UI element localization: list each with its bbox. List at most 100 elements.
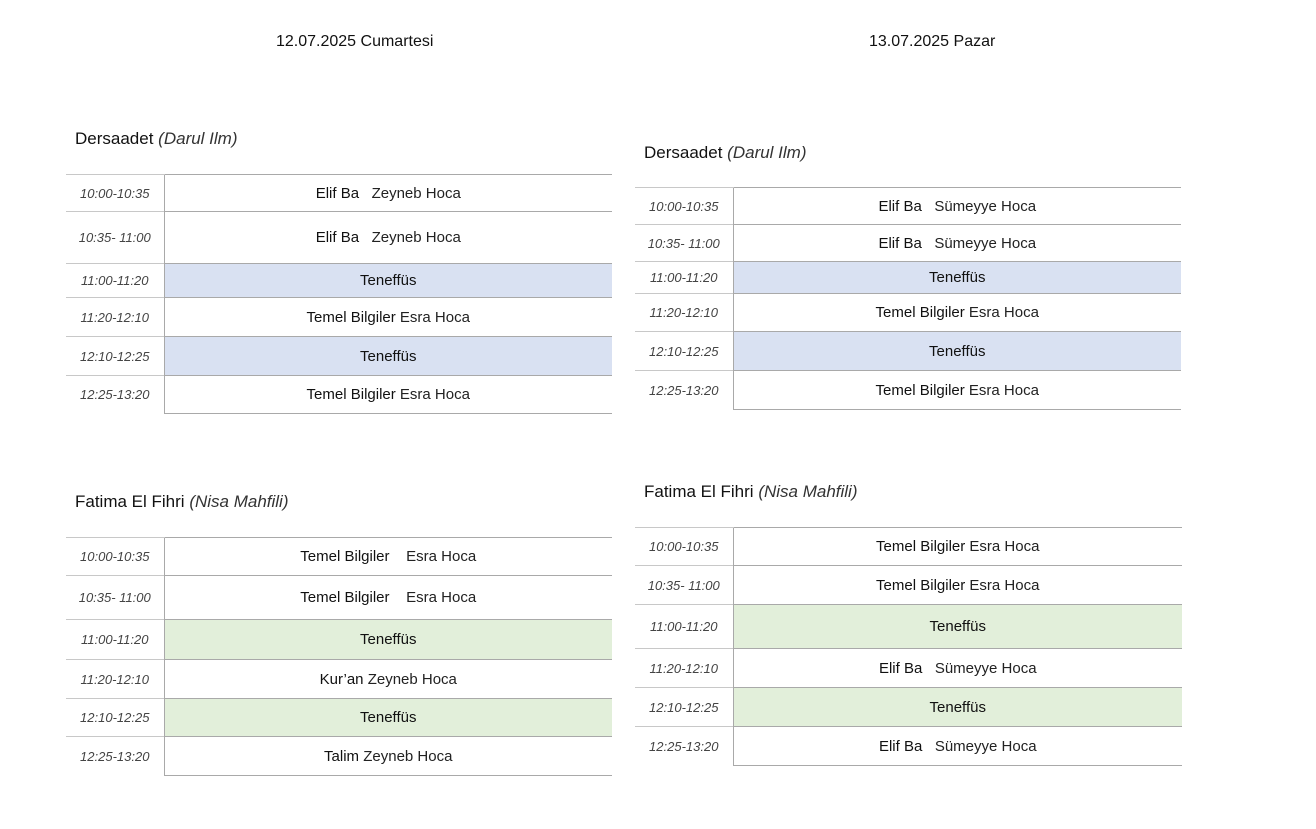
table-row: 11:20-12:10 Kur’an Zeyneb Hoca [66,659,612,699]
table-row: 11:20-12:10 Temel Bilgiler Esra Hoca [66,297,612,337]
time-slot: 11:00-11:20 [635,261,733,294]
time-slot: 10:35- 11:00 [635,565,733,605]
table-row: 10:35- 11:00 Elif Ba Zeyneb Hoca [66,211,612,264]
section-subtitle: (Nisa Mahfili) [189,492,289,511]
section-name: Fatima El Fihri [644,482,754,501]
time-slot: 10:35- 11:00 [66,575,164,620]
teacher-name: Esra Hoca [969,538,1040,555]
break-label: Teneffüs [929,698,986,716]
section-name: Fatima El Fihri [75,492,185,511]
time-slot: 11:00-11:20 [66,263,164,298]
section-name: Dersaadet [75,129,154,148]
lesson-cell: Elif Ba Sümeyye Hoca [732,648,1182,688]
table-row: 12:10-12:25 Teneffüs [66,698,612,737]
lesson-cell: Temel Bilgiler Esra Hoca [163,537,612,576]
table-row: 12:10-12:25 Teneffüs [66,336,612,376]
lesson-name: Temel Bilgiler [876,576,966,594]
section-name: Dersaadet [644,143,723,162]
break-label: Teneffüs [929,618,986,635]
lesson-cell: Temel Bilgiler Esra Hoca [732,565,1182,605]
lesson-cell: Temel Bilgiler Esra Hoca [732,293,1181,332]
lesson-cell: Temel Bilgiler Esra Hoca [163,297,612,337]
teacher-name: Esra Hoca [406,548,477,565]
teacher-name: Esra Hoca [969,576,1040,594]
table-row: 10:00-10:35 Elif Ba Zeyneb Hoca [66,174,612,212]
table-row: 11:00-11:20 Teneffüs [635,261,1181,294]
teacher-name: Sümeyye Hoca [934,197,1037,215]
lesson-name: Temel Bilgiler [875,381,965,399]
table-row: 10:35- 11:00 Elif Ba Sümeyye Hoca [635,224,1181,262]
lesson-cell: Elif Ba Sümeyye Hoca [732,187,1181,225]
table-row: 11:00-11:20 Teneffüs [66,619,612,660]
table-row: 12:10-12:25 Teneffüs [635,331,1181,371]
time-slot: 10:00-10:35 [66,174,164,212]
schedule-table-dersaadet-sunday: 10:00-10:35 Elif Ba Sümeyye Hoca 10:35- 11… [635,187,1181,410]
table-row: 11:00-11:20 Teneffüs [66,263,612,298]
lesson-cell: Temel Bilgiler Esra Hoca [163,575,612,620]
time-slot: 11:20-12:10 [66,659,164,699]
time-slot: 12:10-12:25 [66,336,164,376]
break-label: Teneffüs [360,709,417,726]
break-cell: Teneffüs [163,619,612,660]
table-row: 12:25-13:20 Temel Bilgiler Esra Hoca [66,375,612,414]
break-label: Teneffüs [929,342,986,360]
time-slot: 11:00-11:20 [66,619,164,660]
table-row: 12:25-13:20 Elif Ba Sümeyye Hoca [635,726,1182,766]
teacher-name: Sümeyye Hoca [934,234,1037,252]
lesson-cell: Elif Ba Sümeyye Hoca [732,726,1182,766]
lesson-cell: Temel Bilgiler Esra Hoca [732,527,1182,566]
lesson-name: Elif Ba [315,184,360,202]
lesson-name: Elif Ba [878,234,922,252]
lesson-cell: Temel Bilgiler Esra Hoca [163,375,612,414]
break-cell: Teneffüs [732,261,1181,294]
lesson-name: Kur’an [319,670,364,688]
section-subtitle: (Darul Ilm) [158,129,238,148]
lesson-cell: Temel Bilgiler Esra Hoca [732,370,1181,410]
section-subtitle: (Nisa Mahfili) [758,482,858,501]
time-slot: 12:25-13:20 [66,736,164,776]
break-cell: Teneffüs [732,604,1182,649]
time-slot: 11:00-11:20 [635,604,733,649]
time-slot: 10:00-10:35 [635,527,733,566]
day-title-sunday: 13.07.2025 Pazar [869,33,996,50]
teacher-name: Esra Hoca [968,304,1039,321]
table-row: 10:35- 11:00 Temel Bilgiler Esra Hoca [66,575,612,620]
time-slot: 10:35- 11:00 [66,211,164,264]
time-slot: 10:00-10:35 [635,187,733,225]
lesson-name: Temel Bilgiler [875,304,965,321]
teacher-name: Zeyneb Hoca [363,747,453,765]
table-row: 11:00-11:20 Teneffüs [635,604,1182,649]
lesson-cell: Elif Ba Sümeyye Hoca [732,224,1181,262]
table-row: 12:25-13:20 Temel Bilgiler Esra Hoca [635,370,1181,410]
break-label: Teneffüs [929,269,986,286]
lesson-name: Elif Ba [878,197,922,215]
lesson-cell: Talim Zeyneb Hoca [163,736,612,776]
lesson-name: Elif Ba [315,229,360,246]
break-cell: Teneffüs [732,331,1181,371]
lesson-cell: Elif Ba Zeyneb Hoca [163,211,612,264]
table-row: 12:25-13:20 Talim Zeyneb Hoca [66,736,612,776]
table-row: 10:00-10:35 Temel Bilgiler Esra Hoca [66,537,612,576]
schedule-table-fatima-saturday: 10:00-10:35 Temel Bilgiler Esra Hoca 10:35… [66,537,612,776]
lesson-name: Elif Ba [878,737,923,755]
teacher-name: Zeyneb Hoca [367,670,457,688]
lesson-name: Talim [324,747,360,765]
schedule-table-dersaadet-saturday: 10:00-10:35 Elif Ba Zeyneb Hoca 10:35- 11:… [66,174,612,414]
teacher-name: Sümeyye Hoca [934,659,1037,677]
lesson-name: Temel Bilgiler [306,386,396,403]
time-slot: 12:10-12:25 [635,687,733,727]
lesson-name: Temel Bilgiler [300,548,390,565]
teacher-name: Zeyneb Hoca [371,229,461,246]
section-subtitle: (Darul Ilm) [727,143,807,162]
table-row: 10:00-10:35 Elif Ba Sümeyye Hoca [635,187,1181,225]
lesson-cell: Elif Ba Zeyneb Hoca [163,174,612,212]
schedule-table-fatima-sunday: 10:00-10:35 Temel Bilgiler Esra Hoca 10:35… [635,527,1182,766]
time-slot: 12:10-12:25 [66,698,164,737]
